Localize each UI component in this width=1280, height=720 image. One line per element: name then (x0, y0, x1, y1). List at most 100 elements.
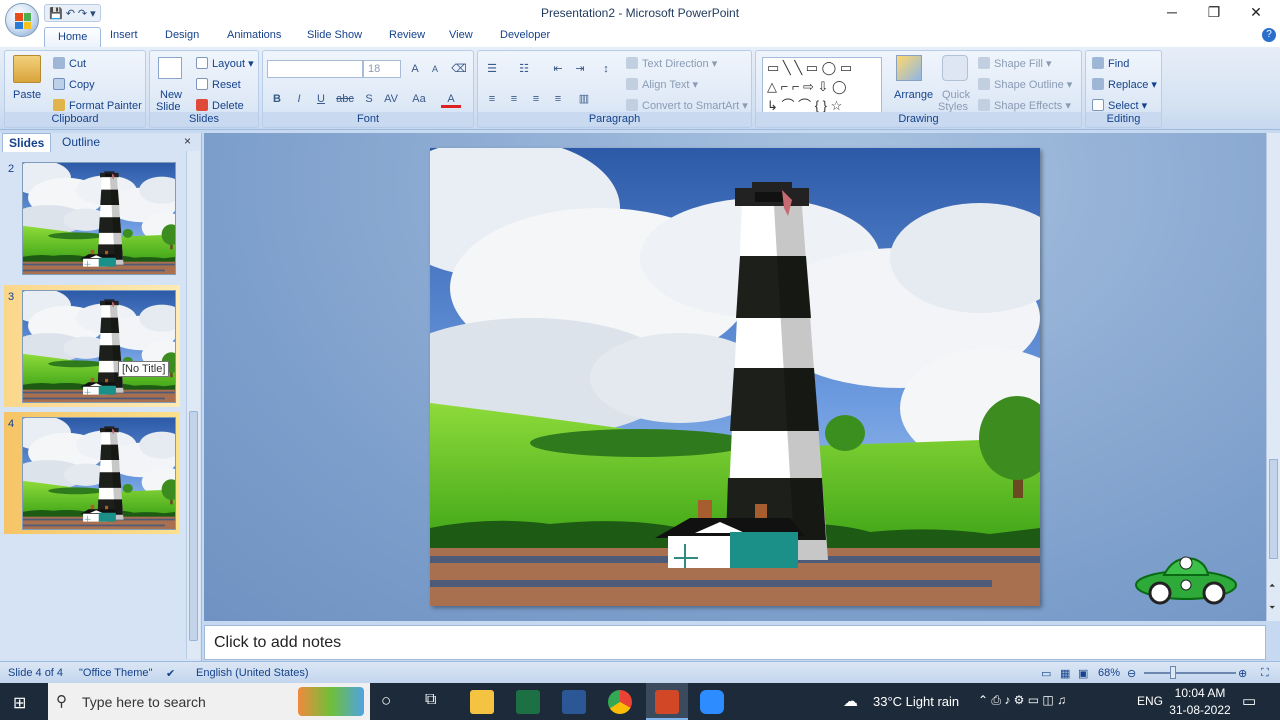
input-language[interactable]: ENG (1137, 694, 1163, 708)
align-right-icon[interactable]: ≡ (526, 90, 546, 108)
shape-outline-button[interactable]: Shape Outline ▾ (978, 78, 1072, 91)
qat-more-icon[interactable]: ▾ (90, 7, 96, 20)
tab-insert[interactable]: Insert (110, 29, 138, 41)
shape-fill-button[interactable]: Shape Fill ▾ (978, 57, 1052, 70)
strikethrough-button[interactable]: abc (335, 90, 355, 108)
decrease-indent-icon[interactable]: ⇤ (548, 60, 568, 78)
change-case-button[interactable]: Aa (409, 90, 429, 108)
italic-button[interactable]: I (289, 90, 309, 108)
tab-design[interactable]: Design (165, 29, 199, 41)
undo-icon[interactable]: ↶ (66, 7, 75, 20)
zoom-slider[interactable] (1144, 672, 1236, 674)
tab-slides[interactable]: Slides (2, 133, 52, 152)
file-explorer-icon[interactable] (470, 690, 494, 714)
slide-sorter-icon[interactable]: ▦ (1060, 667, 1070, 680)
char-spacing-button[interactable]: AV (381, 90, 401, 108)
increase-indent-icon[interactable]: ⇥ (570, 60, 590, 78)
reset-button[interactable]: Reset (196, 78, 241, 91)
underline-button[interactable]: U (311, 90, 331, 108)
zoom-out-icon[interactable]: ⊖ (1127, 667, 1136, 680)
language-indicator[interactable]: English (United States) (196, 667, 309, 679)
close-button[interactable]: ✕ (1236, 2, 1276, 22)
weather-text[interactable]: 33°C Light rain (873, 694, 959, 709)
theme-indicator[interactable]: "Office Theme" (79, 667, 152, 679)
save-icon[interactable]: 💾 (49, 7, 63, 20)
word-icon[interactable] (562, 690, 586, 714)
shapes-gallery[interactable]: ▭ ╲ ╲ ▭ ◯ ▭ △ ⌐ ⌐ ⇨ ⇩ ◯ ↳ ⌒ ⌒ { } ☆ (762, 57, 882, 115)
notes-pane[interactable]: Click to add notes (204, 625, 1266, 660)
task-view-icon[interactable]: ⧉ (425, 691, 436, 709)
canvas-scroll-thumb[interactable] (1269, 459, 1278, 559)
layout-button[interactable]: Layout ▾ (196, 57, 254, 70)
system-tray-icons[interactable]: ⌃ ⎙ ♪ ⚙ ▭ ◫ ♫ (978, 693, 1066, 708)
shape-effects-button[interactable]: Shape Effects ▾ (978, 99, 1071, 112)
current-slide[interactable] (430, 148, 1040, 606)
clock-time[interactable]: 10:04 AM (1170, 686, 1230, 700)
new-slide-button[interactable]: New (160, 89, 182, 101)
pane-scrollbar[interactable] (186, 151, 200, 659)
font-size-box[interactable]: 18 (363, 60, 401, 78)
copy-button[interactable]: Copy (53, 78, 95, 91)
text-direction-button[interactable]: Text Direction ▾ (626, 57, 717, 70)
slide-show-icon[interactable]: ▣ (1078, 667, 1088, 680)
quick-styles-button[interactable]: Quick (942, 89, 970, 101)
convert-smartart-button[interactable]: Convert to SmartArt ▾ (626, 99, 748, 112)
align-text-button[interactable]: Align Text ▾ (626, 78, 698, 91)
close-pane-icon[interactable]: × (184, 134, 191, 148)
tab-home[interactable]: Home (44, 27, 102, 48)
windows-start-icon[interactable]: ⊞ (13, 693, 26, 713)
spellcheck-icon[interactable]: ✔ (166, 667, 175, 680)
shrink-font-button[interactable]: A (425, 60, 445, 78)
font-name-box[interactable] (267, 60, 363, 78)
zoom-app-icon[interactable] (700, 690, 724, 714)
tab-slide-show[interactable]: Slide Show (307, 29, 362, 41)
cortana-icon[interactable]: ○ (381, 691, 391, 711)
next-slide-icon[interactable]: ⏷ (1269, 603, 1275, 613)
powerpoint-taskbar-item[interactable] (646, 683, 688, 720)
fit-to-window-icon[interactable]: ⛶ (1261, 667, 1269, 680)
zoom-slider-thumb[interactable] (1170, 666, 1176, 679)
slide-thumbnail-3[interactable]: 3 (4, 285, 180, 407)
tab-review[interactable]: Review (389, 29, 425, 41)
normal-view-icon[interactable]: ▭ (1041, 667, 1051, 680)
align-left-icon[interactable]: ≡ (482, 90, 502, 108)
notifications-icon[interactable]: ▭ (1242, 692, 1256, 710)
tab-view[interactable]: View (449, 29, 473, 41)
zoom-level[interactable]: 68% (1098, 667, 1120, 679)
canvas-scrollbar[interactable]: ⏶ ⏷ (1266, 133, 1280, 621)
pane-scroll-thumb[interactable] (189, 411, 198, 641)
select-button[interactable]: Select ▾ (1092, 99, 1147, 112)
bullets-icon[interactable]: ☰ (482, 60, 502, 78)
prev-slide-icon[interactable]: ⏶ (1269, 581, 1275, 591)
office-button[interactable] (5, 3, 39, 37)
delete-button[interactable]: Delete (196, 99, 244, 112)
cut-button[interactable]: Cut (53, 57, 86, 70)
slide-thumbnail-2[interactable]: 2 (4, 157, 180, 279)
tab-outline[interactable]: Outline (62, 135, 100, 149)
chrome-icon[interactable] (608, 690, 632, 714)
shadow-button[interactable]: S (359, 90, 379, 108)
tab-developer[interactable]: Developer (500, 29, 550, 41)
grow-font-button[interactable]: A (405, 60, 425, 78)
redo-icon[interactable]: ↷ (78, 7, 87, 20)
restore-button[interactable]: ❐ (1194, 2, 1234, 22)
help-icon[interactable]: ? (1262, 28, 1276, 42)
format-painter-button[interactable]: Format Painter (53, 99, 142, 112)
numbering-icon[interactable]: ☷ (514, 60, 534, 78)
arrange-button[interactable]: Arrange (894, 89, 933, 101)
line-spacing-icon[interactable]: ↕ (596, 60, 616, 78)
zoom-in-icon[interactable]: ⊕ (1238, 667, 1247, 680)
minimize-button[interactable]: ─ (1152, 2, 1192, 22)
tab-animations[interactable]: Animations (227, 29, 281, 41)
clock-date[interactable]: 31-08-2022 (1167, 703, 1233, 717)
font-color-button[interactable]: A (441, 90, 461, 108)
replace-button[interactable]: Replace ▾ (1092, 78, 1157, 91)
clear-formatting-icon[interactable]: ⌫ (449, 60, 469, 78)
justify-icon[interactable]: ≡ (548, 90, 568, 108)
find-button[interactable]: Find (1092, 57, 1129, 70)
paste-button[interactable]: Paste (13, 89, 41, 101)
bold-button[interactable]: B (267, 90, 287, 108)
columns-icon[interactable]: ▥ (574, 90, 594, 108)
align-center-icon[interactable]: ≡ (504, 90, 524, 108)
taskbar-search-box[interactable]: ⚲ Type here to search (48, 683, 370, 720)
